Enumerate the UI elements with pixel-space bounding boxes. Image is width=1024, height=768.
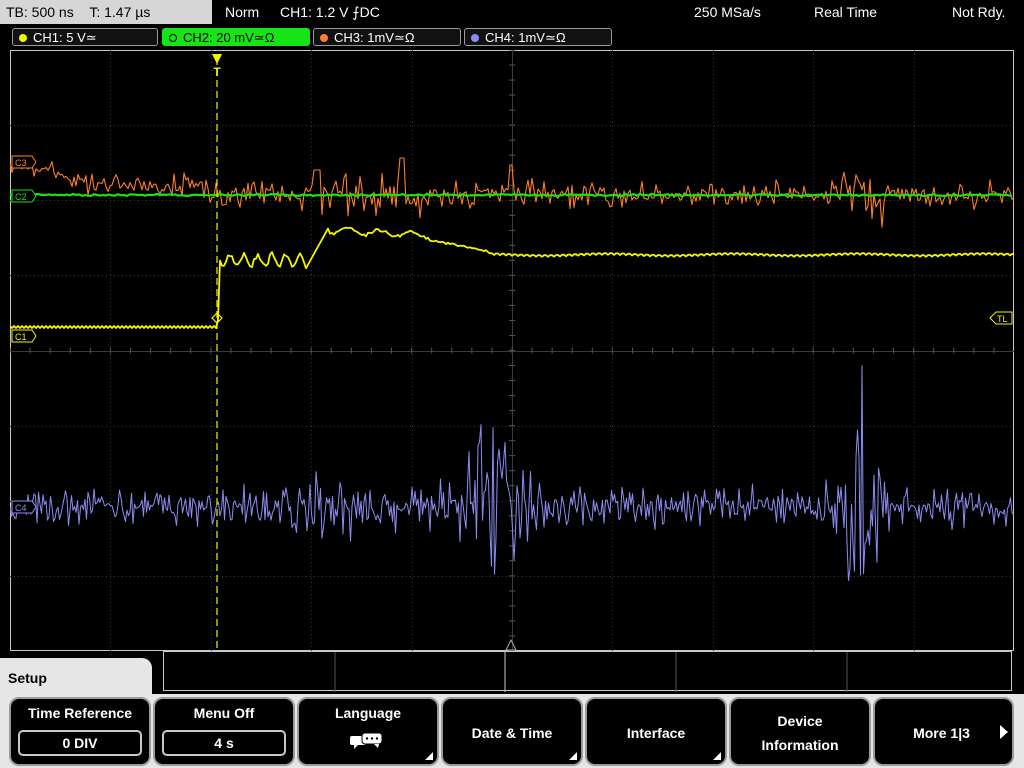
ch2-trace xyxy=(10,192,1013,198)
time-reference-marker-icon xyxy=(505,638,517,651)
sample-rate: 250 MSa/s xyxy=(694,4,761,20)
ch1-offset-marker[interactable]: C1 xyxy=(11,329,37,343)
status-bar: TB: 500 ns T: 1.47 µs Norm CH1: 1.2 V ⨍D… xyxy=(0,0,1024,26)
ch4-marker-label: C4 xyxy=(15,503,27,513)
channel-bar: CH1: 5 V≃ CH2: 20 mV≃Ω CH3: 1mV≃Ω CH4: 1… xyxy=(0,26,1024,48)
date-time-label: Date & Time xyxy=(471,725,553,741)
ch4-dot-icon xyxy=(471,34,479,42)
interface-label: Interface xyxy=(626,725,686,741)
device-information-button[interactable]: Device Information xyxy=(729,697,871,766)
language-label: Language xyxy=(334,705,402,721)
submenu-corner-icon xyxy=(425,752,433,760)
trigger-arrow-icon xyxy=(212,54,222,64)
speech-bubbles-icon xyxy=(350,732,383,749)
trigger-source[interactable]: CH1: 1.2 V ⨍DC xyxy=(280,0,380,24)
ch4-offset-marker[interactable]: C4 xyxy=(11,500,37,514)
trigger-position-marker[interactable]: T xyxy=(212,54,222,79)
acquisition-state: Not Rdy. xyxy=(952,4,1006,20)
device-information-label-1: Device xyxy=(777,713,823,729)
submenu-corner-icon xyxy=(569,752,577,760)
ch3-label: CH3: 1mV≃Ω xyxy=(334,30,415,45)
ch1-dot-icon xyxy=(19,34,27,42)
submenu-corner-icon xyxy=(713,752,721,760)
ch3-dot-icon xyxy=(320,34,328,42)
more-button[interactable]: More 1|3 xyxy=(873,697,1014,766)
more-label: More 1|3 xyxy=(913,725,970,741)
trigger-level-marker[interactable]: TL xyxy=(989,311,1013,325)
time-reference-value: 0 DIV xyxy=(18,730,142,756)
ch3-marker-label: C3 xyxy=(15,158,27,168)
ch1-marker-label: C1 xyxy=(15,332,27,342)
waveform-display[interactable]: T C3 C2 C1 C4 TL xyxy=(10,50,1014,651)
ch4-trace xyxy=(10,365,1014,581)
waveform-canvas[interactable]: T C3 C2 C1 C4 TL xyxy=(10,50,1014,651)
tab-ch3[interactable]: CH3: 1mV≃Ω xyxy=(313,28,461,46)
ch2-marker-label: C2 xyxy=(15,192,27,202)
trigger-time-value: T: 1.47 µs xyxy=(89,4,151,20)
menu-off-button[interactable]: Menu Off 4 s xyxy=(153,697,295,766)
ch1-label: CH1: 5 V≃ xyxy=(33,30,97,45)
time-reference-label: Time Reference xyxy=(27,705,132,721)
menu-off-value: 4 s xyxy=(162,730,286,756)
ch4-label: CH4: 1mV≃Ω xyxy=(485,30,566,45)
date-time-button[interactable]: Date & Time xyxy=(441,697,583,766)
tab-ch1[interactable]: CH1: 5 V≃ xyxy=(12,28,158,46)
zoom-overview-strip xyxy=(163,651,1012,692)
trigger-level-label: TL xyxy=(997,314,1008,324)
trigger-position-label: T xyxy=(213,65,221,79)
timebase-value: TB: 500 ns xyxy=(6,4,74,20)
device-information-label-2: Information xyxy=(761,737,839,753)
timebase-box[interactable]: TB: 500 ns T: 1.47 µs xyxy=(0,0,212,24)
language-button[interactable]: Language xyxy=(297,697,439,766)
ch2-label: CH2: 20 mV≃Ω xyxy=(183,30,275,45)
interface-button[interactable]: Interface xyxy=(585,697,727,766)
ch2-offset-marker[interactable]: C2 xyxy=(11,189,37,203)
menu-title: Setup xyxy=(0,658,152,694)
menu-off-label: Menu Off xyxy=(193,705,255,721)
ch2-dot-icon xyxy=(169,34,177,42)
ch3-offset-marker[interactable]: C3 xyxy=(11,155,37,169)
time-reference-button[interactable]: Time Reference 0 DIV xyxy=(9,697,151,766)
acquisition-mode: Real Time xyxy=(814,4,878,20)
next-page-arrow-icon xyxy=(1000,725,1008,739)
trigger-mode[interactable]: Norm xyxy=(225,0,259,24)
tab-ch2[interactable]: CH2: 20 mV≃Ω xyxy=(162,28,310,46)
tab-ch4[interactable]: CH4: 1mV≃Ω xyxy=(464,28,612,46)
